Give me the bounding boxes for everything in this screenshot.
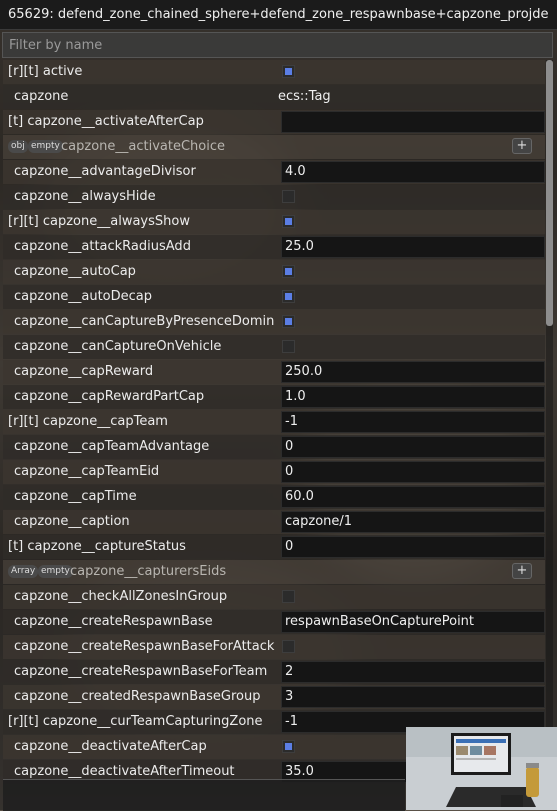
empty-tag: empty <box>38 565 73 578</box>
property-label: capzone__canCaptureByPresenceDomin <box>14 314 275 329</box>
property-checkbox[interactable] <box>282 740 295 753</box>
property-value-field[interactable]: 0 <box>281 461 545 483</box>
property-row: capzone__canCaptureOnVehicle <box>3 335 545 359</box>
property-row: capzone__advantageDivisor 4.0 <box>3 160 545 184</box>
property-value-field[interactable]: 3 <box>281 686 545 708</box>
property-row: [t] capzone__activateAfterCap <box>3 110 545 134</box>
window-title[interactable]: 65629: defend_zone_chained_sphere+defend… <box>0 0 557 30</box>
property-label: capzone__capTime <box>14 489 137 504</box>
type-tag: obj <box>8 140 28 153</box>
property-row: capzone__capTeamEid 0 <box>3 460 545 484</box>
property-value-field[interactable]: respawnBaseOnCapturePoint <box>281 611 545 633</box>
property-label: capzone__advantageDivisor <box>14 164 196 179</box>
property-row: [r][t] active <box>3 60 545 84</box>
property-row: capzone__attackRadiusAdd 25.0 <box>3 235 545 259</box>
property-label: capzone <box>14 89 69 104</box>
property-label: capzone__deactivateAfterCap <box>14 739 207 754</box>
property-label: [t] capzone__captureStatus <box>8 539 186 554</box>
property-row: capzone__capTime 60.0 <box>3 485 545 509</box>
property-checkbox[interactable] <box>282 215 295 228</box>
add-button[interactable]: + <box>512 138 532 154</box>
type-tag: Array <box>8 565 39 578</box>
status-bar <box>3 779 405 811</box>
property-label: capzone__createdRespawnBaseGroup <box>14 689 261 704</box>
property-row: [r][t] capzone__alwaysShow <box>3 210 545 234</box>
group-label: capzone__activateChoice <box>61 139 225 154</box>
property-value-field[interactable]: 0 <box>281 436 545 458</box>
property-label: capzone__caption <box>14 514 130 529</box>
vertical-scrollbar[interactable] <box>546 60 553 810</box>
property-row: capzone__createdRespawnBaseGroup 3 <box>3 685 545 709</box>
property-checkbox[interactable] <box>282 590 295 603</box>
property-label: [r][t] capzone__capTeam <box>8 414 168 429</box>
property-value-field[interactable]: -1 <box>281 411 545 433</box>
property-value-field[interactable]: capzone/1 <box>281 511 545 533</box>
property-row: capzone__createRespawnBaseForTeam 2 <box>3 660 545 684</box>
property-value-field[interactable]: 25.0 <box>281 236 545 258</box>
property-label: capzone__autoCap <box>14 264 136 279</box>
property-value-text: ecs::Tag <box>278 89 331 104</box>
property-checkbox[interactable] <box>282 265 295 278</box>
webcam-overlay-image <box>406 727 557 810</box>
scrollbar-thumb[interactable] <box>546 60 553 326</box>
property-checkbox[interactable] <box>282 315 295 328</box>
property-label: capzone__alwaysHide <box>14 189 156 204</box>
property-value-field[interactable] <box>281 111 545 133</box>
property-row: capzone ecs::Tag <box>3 85 545 109</box>
group-header-capturers-eids[interactable]: Array empty capzone__capturersEids + <box>3 560 545 584</box>
group-header-activate-choice[interactable]: obj empty capzone__activateChoice + <box>3 135 545 159</box>
property-label: capzone__createRespawnBase <box>14 614 213 629</box>
property-label: [r][t] capzone__curTeamCapturingZone <box>8 714 263 729</box>
property-row: capzone__checkAllZonesInGroup <box>3 585 545 609</box>
property-label: capzone__attackRadiusAdd <box>14 239 191 254</box>
property-value-field[interactable]: 0 <box>281 536 545 558</box>
property-label: capzone__createRespawnBaseForTeam <box>14 664 268 679</box>
empty-tag: empty <box>28 140 63 153</box>
property-label: capzone__canCaptureOnVehicle <box>14 339 222 354</box>
property-value-field[interactable]: 60.0 <box>281 486 545 508</box>
property-label: capzone__capReward <box>14 364 154 379</box>
property-value-field[interactable]: 4.0 <box>281 161 545 183</box>
property-label: [r][t] active <box>8 64 83 79</box>
property-row: capzone__capReward 250.0 <box>3 360 545 384</box>
group-label: capzone__capturersEids <box>70 564 227 579</box>
property-label: [t] capzone__activateAfterCap <box>8 114 204 129</box>
property-row: capzone__createRespawnBase respawnBaseOn… <box>3 610 545 634</box>
property-row: [r][t] capzone__capTeam -1 <box>3 410 545 434</box>
property-value-field[interactable]: 250.0 <box>281 361 545 383</box>
property-checkbox[interactable] <box>282 290 295 303</box>
property-row: capzone__autoDecap <box>3 285 545 309</box>
property-label: capzone__createRespawnBaseForAttack <box>14 639 275 654</box>
properties-panel: 65629: defend_zone_chained_sphere+defend… <box>0 0 557 811</box>
property-row: [t] capzone__captureStatus 0 <box>3 535 545 559</box>
property-row: capzone__autoCap <box>3 260 545 284</box>
property-checkbox[interactable] <box>282 640 295 653</box>
property-row: capzone__alwaysHide <box>3 185 545 209</box>
property-list: [r][t] active capzone ecs::Tag [t] capzo… <box>3 60 545 785</box>
property-value-field[interactable]: 2 <box>281 661 545 683</box>
property-label: capzone__capRewardPartCap <box>14 389 205 404</box>
property-label: capzone__autoDecap <box>14 289 153 304</box>
property-label: capzone__checkAllZonesInGroup <box>14 589 228 604</box>
property-row: capzone__capRewardPartCap 1.0 <box>3 385 545 409</box>
add-button[interactable]: + <box>512 563 532 579</box>
filter-input[interactable] <box>2 32 553 58</box>
property-checkbox[interactable] <box>282 65 295 78</box>
property-label: [r][t] capzone__alwaysShow <box>8 214 190 229</box>
property-value-field[interactable]: 1.0 <box>281 386 545 408</box>
property-row: capzone__createRespawnBaseForAttack <box>3 635 545 659</box>
property-label: capzone__capTeamEid <box>14 464 160 479</box>
property-row: capzone__caption capzone/1 <box>3 510 545 534</box>
property-checkbox[interactable] <box>282 190 295 203</box>
property-label: capzone__capTeamAdvantage <box>14 439 210 454</box>
property-row: capzone__capTeamAdvantage 0 <box>3 435 545 459</box>
property-checkbox[interactable] <box>282 340 295 353</box>
property-row: capzone__canCaptureByPresenceDomin <box>3 310 545 334</box>
